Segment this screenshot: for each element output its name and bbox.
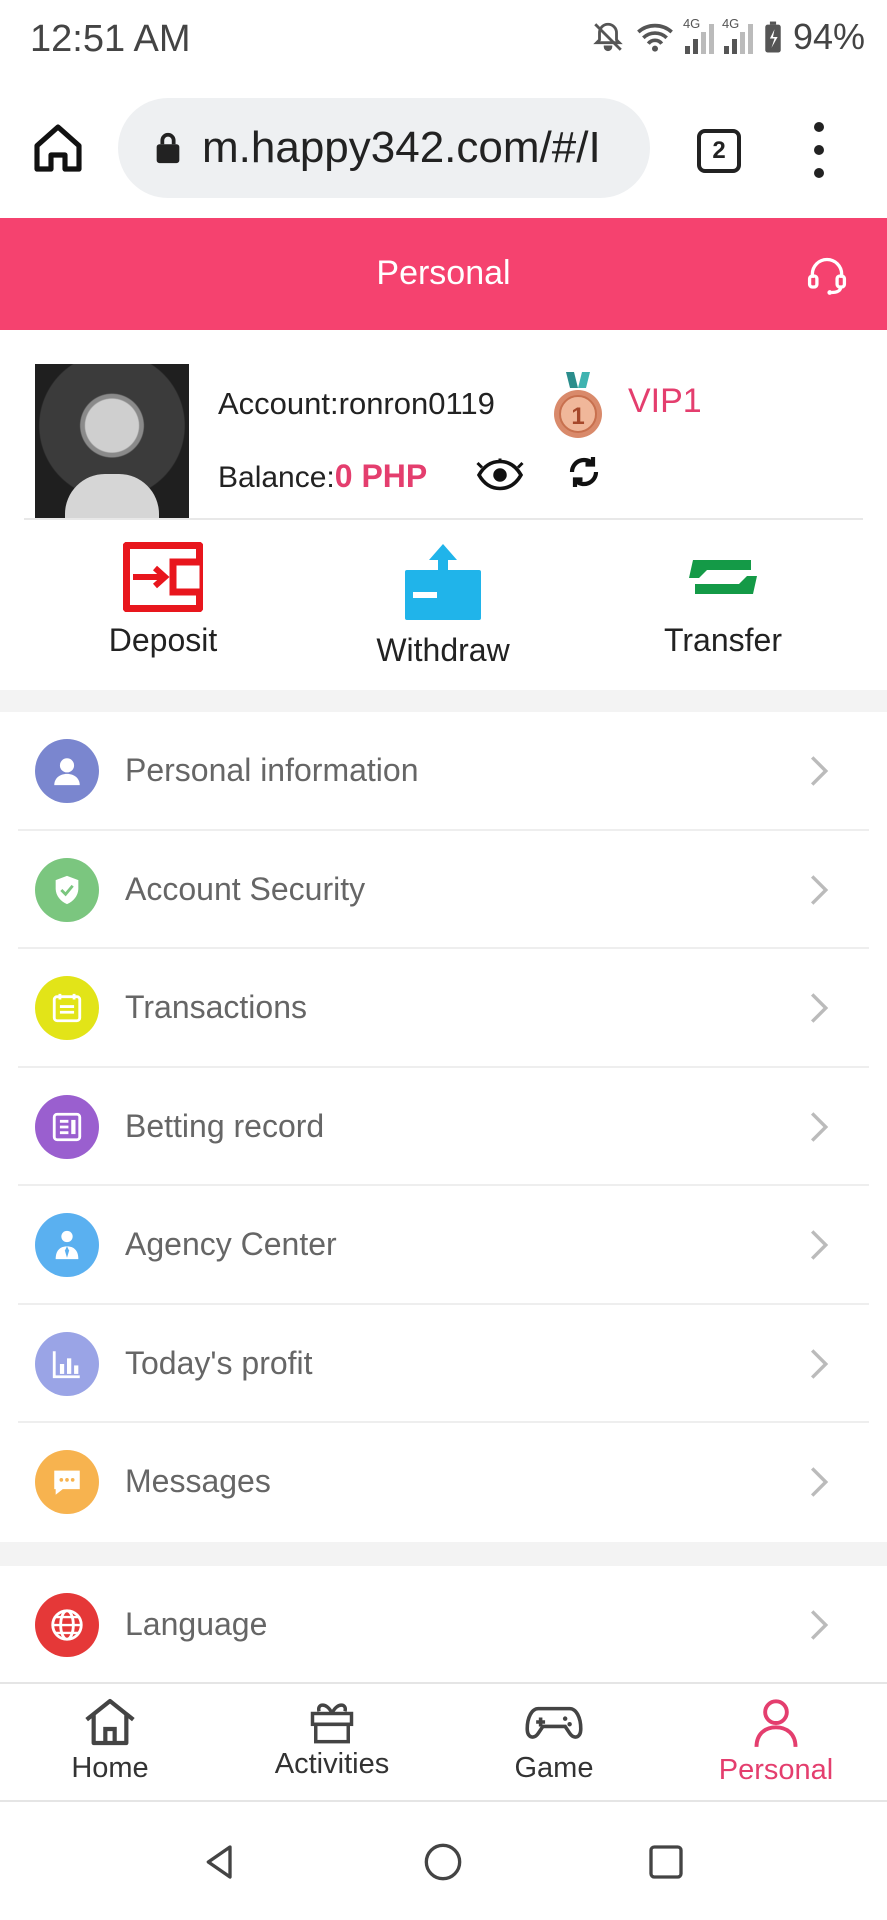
status-icons: 4G 4G 94% [591,16,865,58]
eye-icon[interactable] [476,458,524,492]
tab-activities[interactable]: Activities [242,1696,422,1781]
withdraw-label: Withdraw [376,632,510,668]
chevron-right-icon [810,1230,829,1260]
document-icon [35,1094,99,1159]
person-icon [754,1699,798,1747]
browser-bar: m.happy342.com/#/I 2 [0,82,887,218]
url-text[interactable]: m.happy342.com/#/I [202,123,601,173]
tab-label: Activities [274,1748,390,1780]
chevron-right-icon [810,1348,829,1379]
home-circle-icon[interactable] [423,1842,463,1882]
menu-item-transactions[interactable]: Transactions [0,949,887,1068]
browser-menu-button[interactable] [807,122,831,178]
recents-icon[interactable] [646,1842,686,1882]
tab-switcher-button[interactable]: 2 [697,129,741,173]
gamepad-icon [525,1706,583,1739]
menu-item-betting-record[interactable]: Betting record [0,1067,887,1186]
chevron-right-icon [810,756,829,786]
medal-number: 1 [571,403,584,430]
menu-item-label: Today's profit [125,1344,313,1381]
calendar-icon [35,976,99,1040]
battery-percent: 94% [792,16,865,57]
chevron-right-icon [810,1467,829,1497]
page-header: Personal [0,218,887,330]
system-navigation-bar [0,1802,887,1920]
deposit-button[interactable]: Deposit [63,542,263,659]
transfer-label: Transfer [664,622,782,658]
tab-game[interactable]: Game [464,1696,644,1785]
tab-label: Personal [718,1754,834,1786]
notifications-off-icon [593,22,623,52]
signal-icon: 4G [683,16,714,54]
bottom-tab-bar: Home Activities Game Personal [0,1682,887,1802]
account-label: Account:ronron0119 [218,386,495,421]
section-gap [0,1542,887,1566]
menu-item-label: Transactions [125,989,307,1025]
menu-list: Personal information Account Security Tr… [0,712,887,1542]
tab-home[interactable]: Home [20,1696,200,1785]
home-icon [85,1698,135,1746]
tab-label: Game [514,1752,594,1784]
tab-count: 2 [712,137,726,164]
tab-personal[interactable]: Personal [686,1696,866,1787]
menu-item-label: Language [125,1606,268,1642]
refresh-icon[interactable] [566,454,602,490]
battery-charging-icon [765,21,781,53]
network-type-label: 4G [682,16,701,31]
network-type-label-2: 4G [721,16,740,31]
user-icon [35,739,99,803]
menu-item-account-security[interactable]: Account Security [0,830,887,949]
wifi-icon [637,23,673,52]
menu-item-agency-center[interactable]: Agency Center [0,1186,887,1305]
chevron-right-icon [810,874,829,905]
menu-item-language[interactable]: Language [0,1566,887,1682]
message-icon [35,1450,99,1514]
transfer-icon [689,560,757,594]
shield-icon [35,857,99,922]
menu-item-label: Betting record [125,1107,325,1144]
menu-item-label: Account Security [125,870,366,907]
menu-item-label: Agency Center [125,1226,337,1262]
customer-service-icon[interactable] [805,254,849,298]
vip-level[interactable]: VIP1 [628,382,702,421]
page-title: Personal [376,254,511,292]
browser-home-icon[interactable] [30,120,86,176]
vip-medal-icon: 1 [554,372,602,438]
chevron-right-icon [810,1610,829,1640]
balance-row: Balance:0 PHP [218,458,427,495]
signal-icon-2: 4G [722,16,753,54]
dot [814,168,824,178]
transfer-button[interactable]: Transfer [623,542,823,659]
wallet-actions: Deposit Withdraw Transfer [0,522,887,690]
profile-card: Account:ronron0119 1 VIP1 Balance:0 PHP [0,330,887,520]
divider [24,518,863,520]
bar-chart-icon [35,1331,99,1396]
address-bar[interactable]: m.happy342.com/#/I [118,98,650,198]
agent-icon [35,1213,99,1277]
menu-item-todays-profit[interactable]: Today's profit [0,1304,887,1423]
balance-label: Balance: [218,461,335,494]
back-icon[interactable] [200,1842,240,1882]
menu-item-label: Personal information [125,752,419,788]
dot [814,145,824,155]
menu-item-label: Messages [125,1463,271,1499]
section-gap [0,690,887,712]
tab-label: Home [71,1752,149,1784]
chevron-right-icon [810,993,829,1023]
gift-icon [310,1703,354,1744]
menu-item-messages[interactable]: Messages [0,1423,887,1542]
dot [814,122,824,132]
lock-icon [156,132,180,164]
withdraw-button[interactable]: Withdraw [343,542,543,669]
deposit-icon [123,542,203,612]
globe-icon [35,1593,99,1657]
chevron-right-icon [810,1111,829,1142]
status-time: 12:51 AM [30,18,191,60]
withdraw-icon [405,544,481,620]
menu-item-personal-information[interactable]: Personal information [0,712,887,831]
deposit-label: Deposit [108,622,218,658]
avatar[interactable] [35,364,189,518]
balance-value: 0 PHP [334,458,428,494]
status-bar: 12:51 AM 4G 4G 94% [0,0,887,82]
